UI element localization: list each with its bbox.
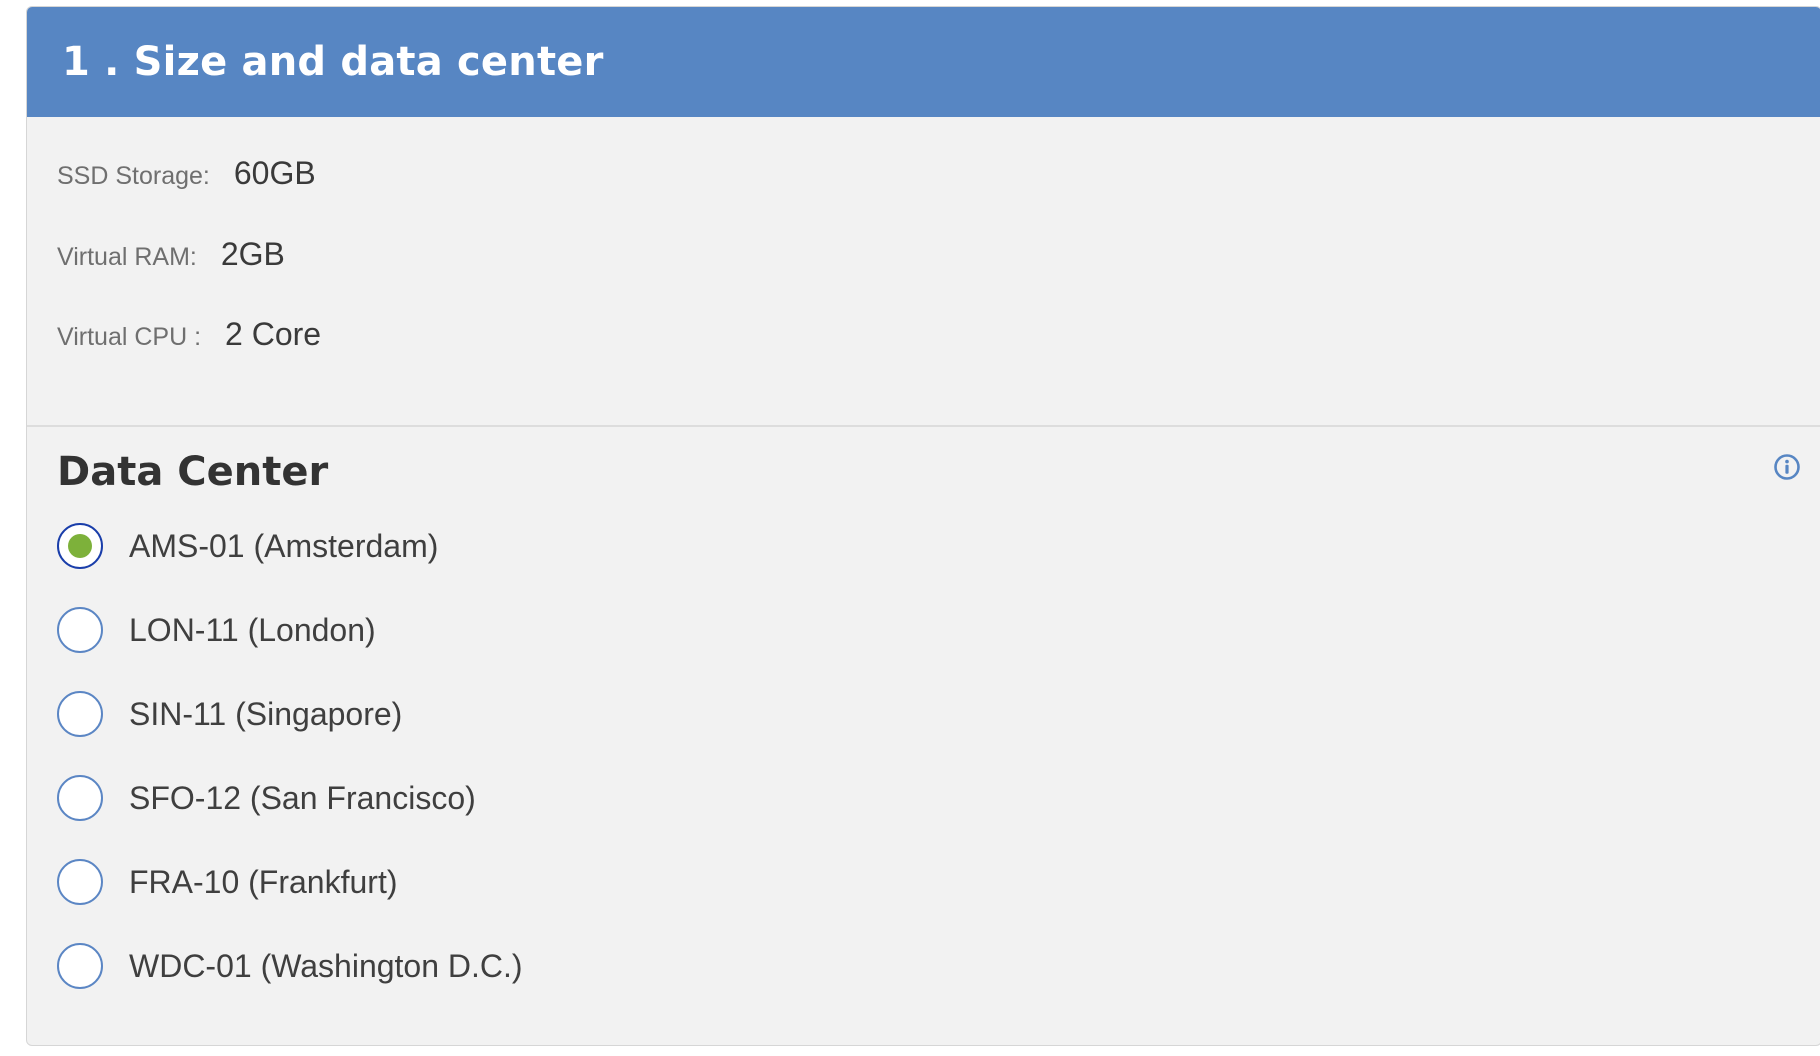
spec-value: 60GB (233, 155, 316, 191)
data-center-option-sin-11[interactable]: SIN-11 (Singapore) (57, 691, 402, 737)
spec-label: Virtual CPU : (57, 323, 202, 351)
data-center-option-wdc-01[interactable]: WDC-01 (Washington D.C.) (57, 943, 523, 989)
data-center-option-label: FRA-10 (Frankfurt) (129, 863, 398, 900)
data-center-title: Data Center (57, 449, 329, 495)
data-center-section: Data Center AMS-01 (Amsterdam) LON-11 (L… (27, 427, 1820, 1045)
spec-value: 2 Core (225, 316, 322, 352)
data-center-option-label: WDC-01 (Washington D.C.) (129, 947, 523, 984)
radio-button[interactable] (57, 691, 103, 737)
spec-row-virtual-cpu: Virtual CPU : 2 Core (57, 316, 321, 353)
radio-button[interactable] (57, 943, 103, 989)
panel-title: 1 . Size and data center (62, 39, 604, 85)
data-center-option-ams-01[interactable]: AMS-01 (Amsterdam) (57, 523, 438, 569)
spec-label: Virtual RAM: (57, 243, 197, 271)
spec-row-ssd-storage: SSD Storage: 60GB (57, 155, 316, 192)
data-center-option-sfo-12[interactable]: SFO-12 (San Francisco) (57, 775, 476, 821)
spec-label: SSD Storage: (57, 162, 210, 190)
data-center-option-label: SFO-12 (San Francisco) (129, 779, 476, 816)
data-center-option-label: LON-11 (London) (129, 611, 376, 648)
radio-selected-dot (68, 534, 92, 558)
radio-button[interactable] (57, 859, 103, 905)
radio-button[interactable] (57, 775, 103, 821)
specs-section: SSD Storage: 60GB Virtual RAM: 2GB Virtu… (27, 117, 1820, 427)
data-center-option-fra-10[interactable]: FRA-10 (Frankfurt) (57, 859, 397, 905)
data-center-option-label: SIN-11 (Singapore) (129, 695, 403, 732)
info-icon[interactable] (1773, 453, 1801, 481)
size-and-data-center-panel: 1 . Size and data center SSD Storage: 60… (26, 6, 1820, 1046)
spec-value: 2GB (220, 236, 285, 272)
data-center-option-lon-11[interactable]: LON-11 (London) (57, 607, 376, 653)
radio-button-selected[interactable] (57, 523, 103, 569)
data-center-option-label: AMS-01 (Amsterdam) (129, 527, 439, 564)
radio-button[interactable] (57, 607, 103, 653)
panel-header: 1 . Size and data center (27, 7, 1820, 117)
spec-row-virtual-ram: Virtual RAM: 2GB (57, 236, 285, 273)
